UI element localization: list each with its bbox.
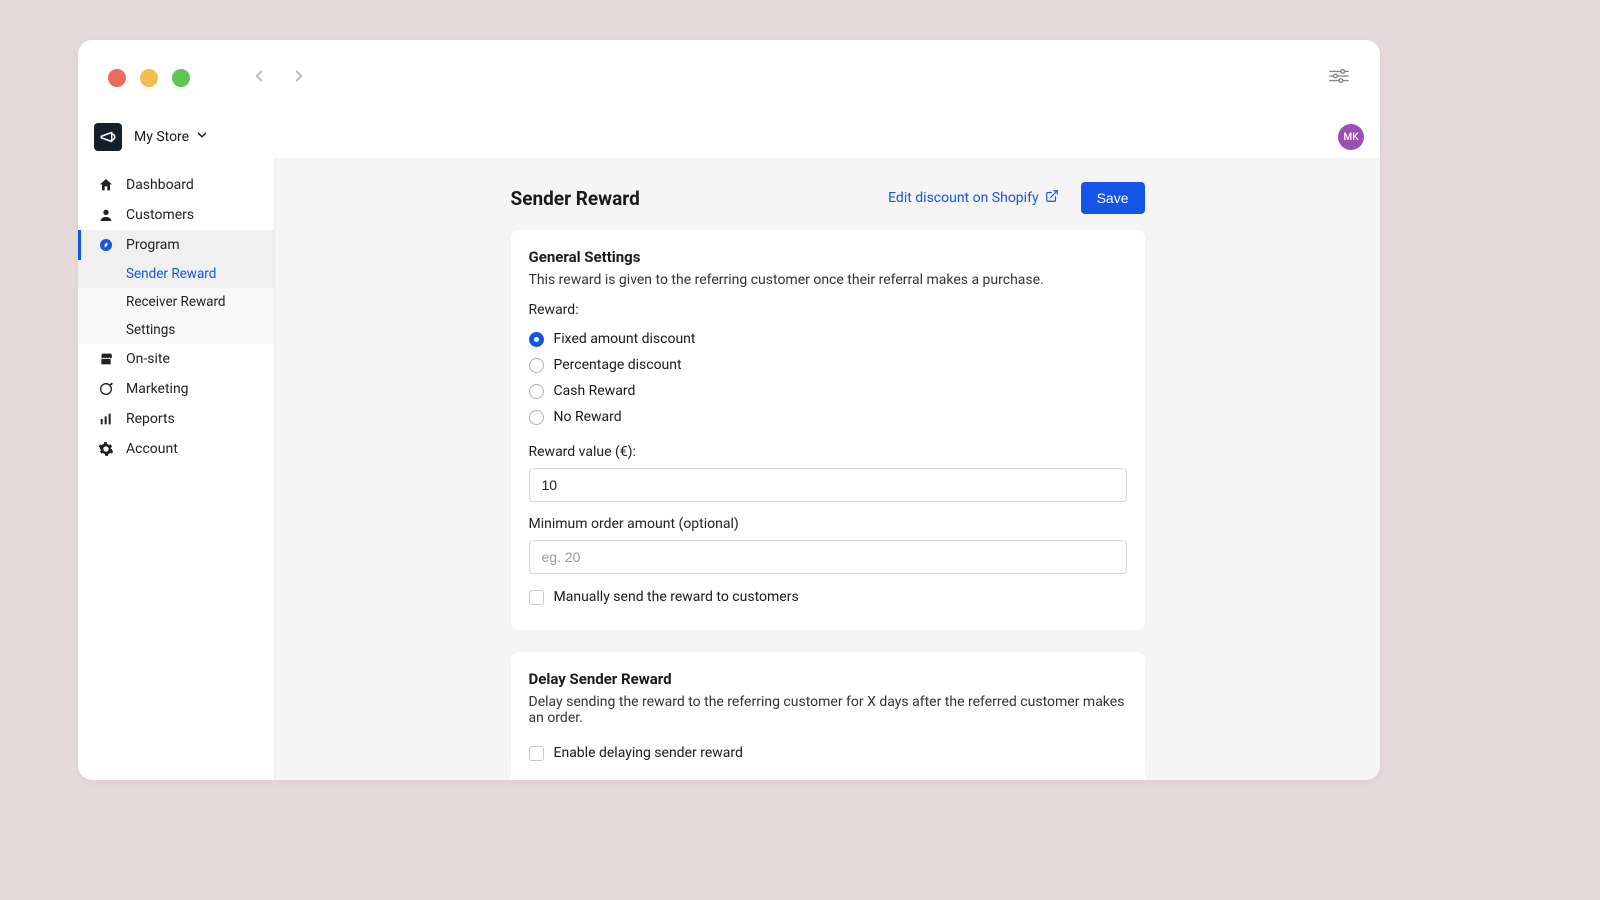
chevron-down-icon bbox=[195, 128, 209, 146]
sidebar-item-onsite[interactable]: On-site bbox=[78, 344, 274, 374]
store-label: My Store bbox=[134, 129, 189, 145]
checkbox-label: Manually send the reward to customers bbox=[554, 589, 799, 605]
sidebar-sub-group: Sender Reward Receiver Reward Settings bbox=[78, 260, 274, 344]
store-icon bbox=[98, 351, 114, 367]
titlebar-left bbox=[108, 67, 308, 89]
sidebar-item-label: Program bbox=[126, 237, 180, 253]
sidebar-item-label: Customers bbox=[126, 207, 194, 223]
app-body: My Store MK Dashboard bbox=[78, 116, 1380, 780]
window-controls bbox=[108, 69, 190, 87]
radio-icon bbox=[529, 410, 544, 425]
user-icon bbox=[98, 207, 114, 223]
chart-icon bbox=[98, 411, 114, 427]
radio-label: Cash Reward bbox=[554, 383, 636, 399]
avatar-initials: MK bbox=[1343, 132, 1358, 143]
checkbox-icon bbox=[529, 746, 544, 761]
save-button[interactable]: Save bbox=[1081, 182, 1145, 214]
sidebar: Dashboard Customers Program Sende bbox=[78, 158, 275, 780]
sidebar-item-label: Reports bbox=[126, 411, 175, 427]
forward-icon[interactable] bbox=[290, 67, 308, 89]
sliders-icon[interactable] bbox=[1328, 68, 1350, 88]
header-actions: Edit discount on Shopify Save bbox=[888, 182, 1144, 214]
card-title: Delay Sender Reward bbox=[529, 670, 1127, 688]
radio-no-reward[interactable]: No Reward bbox=[529, 404, 1127, 430]
radio-icon bbox=[529, 358, 544, 373]
back-icon[interactable] bbox=[250, 67, 268, 89]
radio-percentage[interactable]: Percentage discount bbox=[529, 352, 1127, 378]
page-header: Sender Reward Edit discount on Shopify S… bbox=[511, 182, 1145, 214]
external-link-icon bbox=[1045, 189, 1059, 207]
sidebar-item-reports[interactable]: Reports bbox=[78, 404, 274, 434]
main: Sender Reward Edit discount on Shopify S… bbox=[275, 158, 1380, 780]
sidebar-item-label: Dashboard bbox=[126, 177, 194, 193]
sidebar-item-label: Marketing bbox=[126, 381, 189, 397]
sidebar-item-marketing[interactable]: Marketing bbox=[78, 374, 274, 404]
checkbox-label: Enable delaying sender reward bbox=[554, 745, 743, 761]
radio-icon bbox=[529, 384, 544, 399]
megaphone-icon bbox=[94, 123, 122, 151]
minimize-window-icon[interactable] bbox=[140, 69, 158, 87]
checkbox-icon bbox=[529, 590, 544, 605]
app-topbar: My Store MK bbox=[78, 116, 1380, 158]
avatar[interactable]: MK bbox=[1338, 124, 1364, 150]
min-order-field: Minimum order amount (optional) bbox=[529, 516, 1127, 574]
close-window-icon[interactable] bbox=[108, 69, 126, 87]
sidebar-sub-label: Sender Reward bbox=[126, 266, 216, 282]
card-delay-reward: Delay Sender Reward Delay sending the re… bbox=[511, 652, 1145, 780]
card-desc: Delay sending the reward to the referrin… bbox=[529, 694, 1127, 726]
sidebar-item-label: On-site bbox=[126, 351, 170, 367]
compass-icon bbox=[98, 237, 114, 253]
main-inner: Sender Reward Edit discount on Shopify S… bbox=[511, 158, 1145, 780]
radio-label: No Reward bbox=[554, 409, 622, 425]
sidebar-item-customers[interactable]: Customers bbox=[78, 200, 274, 230]
target-icon bbox=[98, 381, 114, 397]
card-desc: This reward is given to the referring cu… bbox=[529, 272, 1127, 288]
page-title: Sender Reward bbox=[511, 187, 640, 210]
reward-value-input[interactable] bbox=[529, 468, 1127, 502]
content: Dashboard Customers Program Sende bbox=[78, 158, 1380, 780]
gear-icon bbox=[98, 441, 114, 457]
radio-label: Fixed amount discount bbox=[554, 331, 696, 347]
manual-send-checkbox[interactable]: Manually send the reward to customers bbox=[529, 584, 1127, 610]
sidebar-item-dashboard[interactable]: Dashboard bbox=[78, 170, 274, 200]
store-selector[interactable]: My Store bbox=[134, 128, 209, 146]
sidebar-sub-label: Settings bbox=[126, 322, 175, 338]
min-order-input[interactable] bbox=[529, 540, 1127, 574]
radio-label: Percentage discount bbox=[554, 357, 682, 373]
nav-arrows bbox=[250, 67, 308, 89]
sidebar-item-label: Account bbox=[126, 441, 178, 457]
window-titlebar bbox=[78, 40, 1380, 116]
card-general-settings: General Settings This reward is given to… bbox=[511, 230, 1145, 630]
radio-icon bbox=[529, 332, 544, 347]
reward-value-field: Reward value (€): bbox=[529, 444, 1127, 502]
maximize-window-icon[interactable] bbox=[172, 69, 190, 87]
edit-discount-label: Edit discount on Shopify bbox=[888, 190, 1038, 206]
enable-delay-checkbox[interactable]: Enable delaying sender reward bbox=[529, 740, 1127, 766]
brand-wrap: My Store bbox=[94, 123, 209, 151]
app-window: My Store MK Dashboard bbox=[78, 40, 1380, 780]
home-icon bbox=[98, 177, 114, 193]
reward-label: Reward: bbox=[529, 302, 1127, 318]
radio-fixed-amount[interactable]: Fixed amount discount bbox=[529, 326, 1127, 352]
sidebar-sub-settings[interactable]: Settings bbox=[78, 316, 274, 344]
reward-value-label: Reward value (€): bbox=[529, 444, 1127, 460]
card-title: General Settings bbox=[529, 248, 1127, 266]
sidebar-sub-receiver-reward[interactable]: Receiver Reward bbox=[78, 288, 274, 316]
sidebar-sub-sender-reward[interactable]: Sender Reward bbox=[78, 260, 274, 288]
sidebar-sub-label: Receiver Reward bbox=[126, 294, 226, 310]
radio-cash-reward[interactable]: Cash Reward bbox=[529, 378, 1127, 404]
edit-discount-link[interactable]: Edit discount on Shopify bbox=[888, 189, 1058, 207]
sidebar-item-account[interactable]: Account bbox=[78, 434, 274, 464]
min-order-label: Minimum order amount (optional) bbox=[529, 516, 1127, 532]
sidebar-item-program[interactable]: Program bbox=[78, 230, 274, 260]
